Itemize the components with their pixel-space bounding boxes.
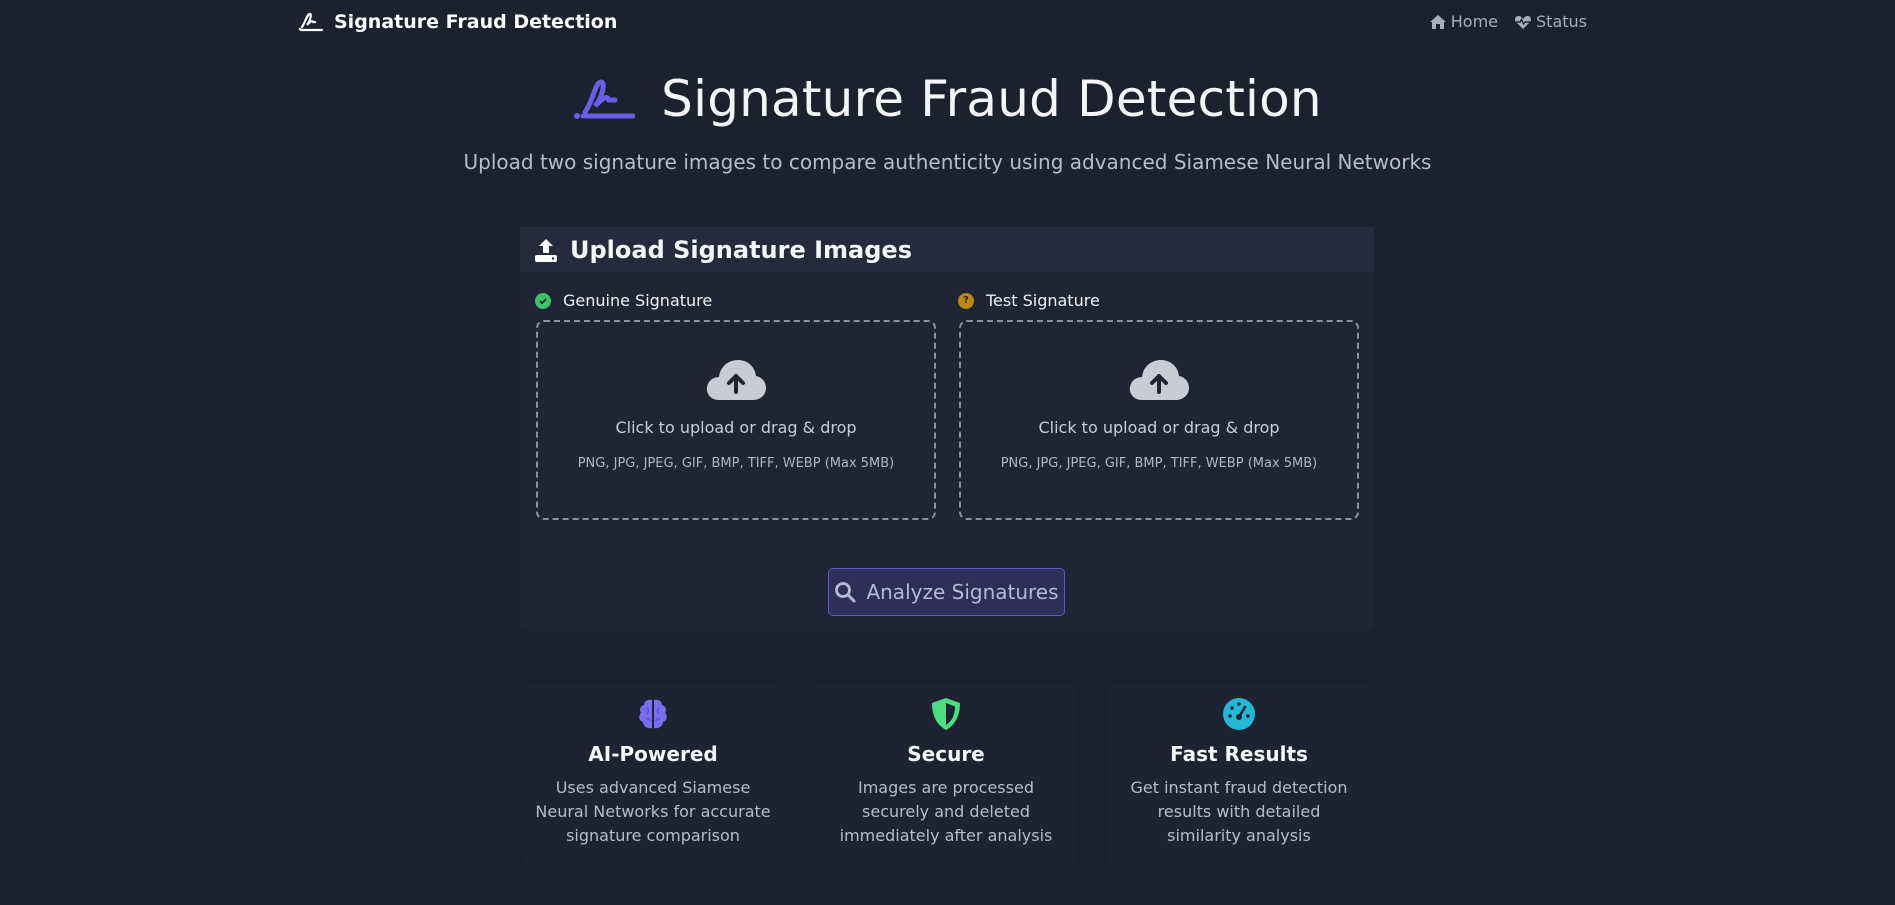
shield-icon [932,698,960,730]
test-label-text: Test Signature [986,291,1100,310]
genuine-dropzone-prompt: Click to upload or drag & drop [615,418,857,437]
brand-link[interactable]: Signature Fraud Detection [298,10,617,34]
brand-title: Signature Fraud Detection [334,11,618,33]
nav-status-link[interactable]: Status [1514,12,1587,31]
nav-status-label: Status [1536,12,1587,31]
brain-icon [639,699,667,729]
upload-card-title: Upload Signature Images [570,235,912,264]
cloud-upload-icon [706,360,766,400]
cloud-upload-icon [1129,360,1189,400]
genuine-label-text: Genuine Signature [563,291,713,310]
upload-card-header: Upload Signature Images [520,227,1374,272]
hero: Signature Fraud Detection [0,70,1895,128]
test-dropzone[interactable]: Click to upload or drag & drop PNG, JPG,… [959,320,1359,520]
nav-links: Home Status [1429,12,1587,31]
page-title: Signature Fraud Detection [661,70,1322,128]
home-icon [1429,14,1446,29]
signature-icon [574,79,636,119]
analyze-button[interactable]: Analyze Signatures [828,568,1065,616]
gauge-icon [1223,698,1255,730]
search-icon [835,582,856,603]
feature-text: Get instant fraud detection results with… [1130,778,1348,845]
test-label: ? Test Signature [958,291,1100,310]
feature-text: Uses advanced Siamese Neural Networks fo… [535,778,771,845]
navbar: Signature Fraud Detection Home Status [0,0,1895,44]
analyze-button-label: Analyze Signatures [866,580,1059,604]
test-dropzone-formats: PNG, JPG, JPEG, GIF, BMP, TIFF, WEBP (Ma… [1000,456,1318,471]
feature-secure: Secure Images are processed securely and… [815,684,1077,864]
feature-ai-powered: AI-Powered Uses advanced Siamese Neural … [522,684,784,864]
feature-title: Fast Results [1170,742,1308,766]
check-circle-icon [535,292,551,309]
question-circle-icon: ? [958,292,974,309]
signature-icon [298,12,324,32]
feature-text: Images are processed securely and delete… [839,778,1053,845]
feature-title: Secure [907,742,985,766]
genuine-label: Genuine Signature [535,291,712,310]
feature-title: AI-Powered [588,742,718,766]
upload-icon [535,238,557,262]
feature-fast-results: Fast Results Get instant fraud detection… [1108,684,1370,864]
test-dropzone-prompt: Click to upload or drag & drop [1038,418,1280,437]
heart-pulse-icon [1514,15,1532,29]
genuine-dropzone-formats: PNG, JPG, JPEG, GIF, BMP, TIFF, WEBP (Ma… [577,456,895,471]
page-subtitle: Upload two signature images to compare a… [463,150,1432,174]
nav-home-label: Home [1450,12,1499,31]
nav-home-link[interactable]: Home [1429,12,1498,31]
genuine-dropzone[interactable]: Click to upload or drag & drop PNG, JPG,… [536,320,936,520]
